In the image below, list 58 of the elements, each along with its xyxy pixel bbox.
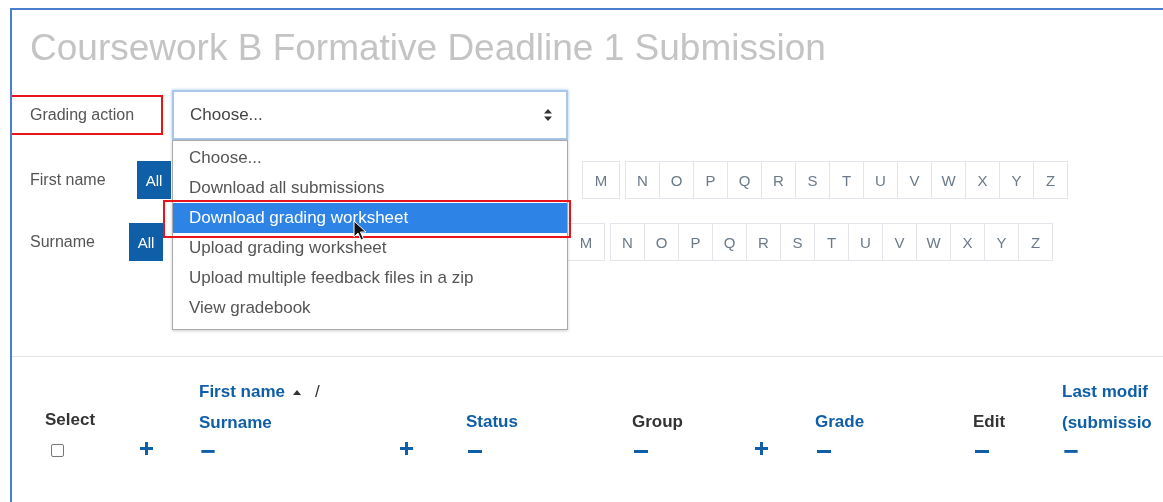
dropdown-option[interactable]: Download grading worksheet bbox=[173, 203, 567, 233]
column-header: Edit bbox=[973, 412, 1006, 432]
select-all-checkbox[interactable] bbox=[51, 444, 64, 457]
dropdown-option[interactable]: View gradebook bbox=[173, 293, 567, 323]
letter-button[interactable]: O bbox=[644, 223, 679, 261]
letter-button[interactable]: X bbox=[965, 161, 1000, 199]
column-header: Group bbox=[632, 412, 683, 432]
dropdown-option[interactable]: Download all submissions bbox=[173, 173, 567, 203]
minus-icon[interactable] bbox=[201, 450, 215, 453]
column-header[interactable]: Grade bbox=[815, 412, 865, 432]
letter-button[interactable]: S bbox=[795, 161, 830, 199]
page-title: Coursework B Formative Deadline 1 Submission bbox=[30, 26, 827, 70]
all-button[interactable]: All bbox=[129, 223, 163, 261]
separator: / bbox=[315, 382, 320, 403]
letter-button[interactable]: Q bbox=[712, 223, 747, 261]
letter-button[interactable]: S bbox=[780, 223, 815, 261]
letter-button[interactable]: Z bbox=[1033, 161, 1068, 199]
sort-arrows-icon bbox=[544, 109, 552, 121]
letter-button[interactable]: U bbox=[863, 161, 898, 199]
letter-button[interactable]: U bbox=[848, 223, 883, 261]
letter-button[interactable]: Y bbox=[999, 161, 1034, 199]
letter-button[interactable]: P bbox=[693, 161, 728, 199]
dropdown-option[interactable]: Upload multiple feedback files in a zip bbox=[173, 263, 567, 293]
plus-icon[interactable] bbox=[140, 442, 153, 455]
letter-button[interactable]: O bbox=[659, 161, 694, 199]
column-header[interactable]: Last modif bbox=[1062, 382, 1148, 403]
letter-button[interactable]: Z bbox=[1018, 223, 1053, 261]
letter-button[interactable]: R bbox=[746, 223, 781, 261]
letter-button[interactable]: T bbox=[814, 223, 849, 261]
letter-button[interactable]: M bbox=[582, 161, 620, 199]
all-button[interactable]: All bbox=[137, 161, 171, 199]
minus-icon[interactable] bbox=[1064, 450, 1078, 453]
grading-action-select[interactable]: Choose... bbox=[172, 90, 568, 140]
letter-button[interactable]: T bbox=[829, 161, 864, 199]
field-label: Grading action bbox=[30, 106, 136, 124]
column-header[interactable]: (submissio bbox=[1062, 412, 1152, 433]
column-header[interactable]: First name bbox=[199, 382, 285, 403]
letter-button[interactable]: X bbox=[950, 223, 985, 261]
letter-button[interactable]: Q bbox=[727, 161, 762, 199]
letter-button[interactable]: V bbox=[882, 223, 917, 261]
letter-button[interactable]: W bbox=[931, 161, 966, 199]
filter-label: Surname bbox=[30, 233, 96, 251]
filter-label: First name bbox=[30, 171, 107, 189]
letter-button[interactable]: N bbox=[610, 223, 645, 261]
letter-button[interactable]: P bbox=[678, 223, 713, 261]
column-header[interactable]: Status bbox=[466, 412, 518, 432]
letter-button[interactable]: W bbox=[916, 223, 951, 261]
dropdown-option[interactable]: Upload grading worksheet bbox=[173, 233, 567, 263]
letter-button[interactable]: M bbox=[567, 223, 605, 261]
letter-button[interactable]: Y bbox=[984, 223, 1019, 261]
column-header: Select bbox=[45, 409, 97, 431]
plus-icon[interactable] bbox=[755, 442, 768, 455]
plus-icon[interactable] bbox=[400, 442, 413, 455]
letter-button[interactable]: R bbox=[761, 161, 796, 199]
letter-button[interactable]: N bbox=[625, 161, 660, 199]
column-header[interactable]: Surname bbox=[199, 412, 272, 433]
letter-button[interactable]: V bbox=[897, 161, 932, 199]
dropdown-option[interactable]: Choose... bbox=[173, 143, 567, 173]
